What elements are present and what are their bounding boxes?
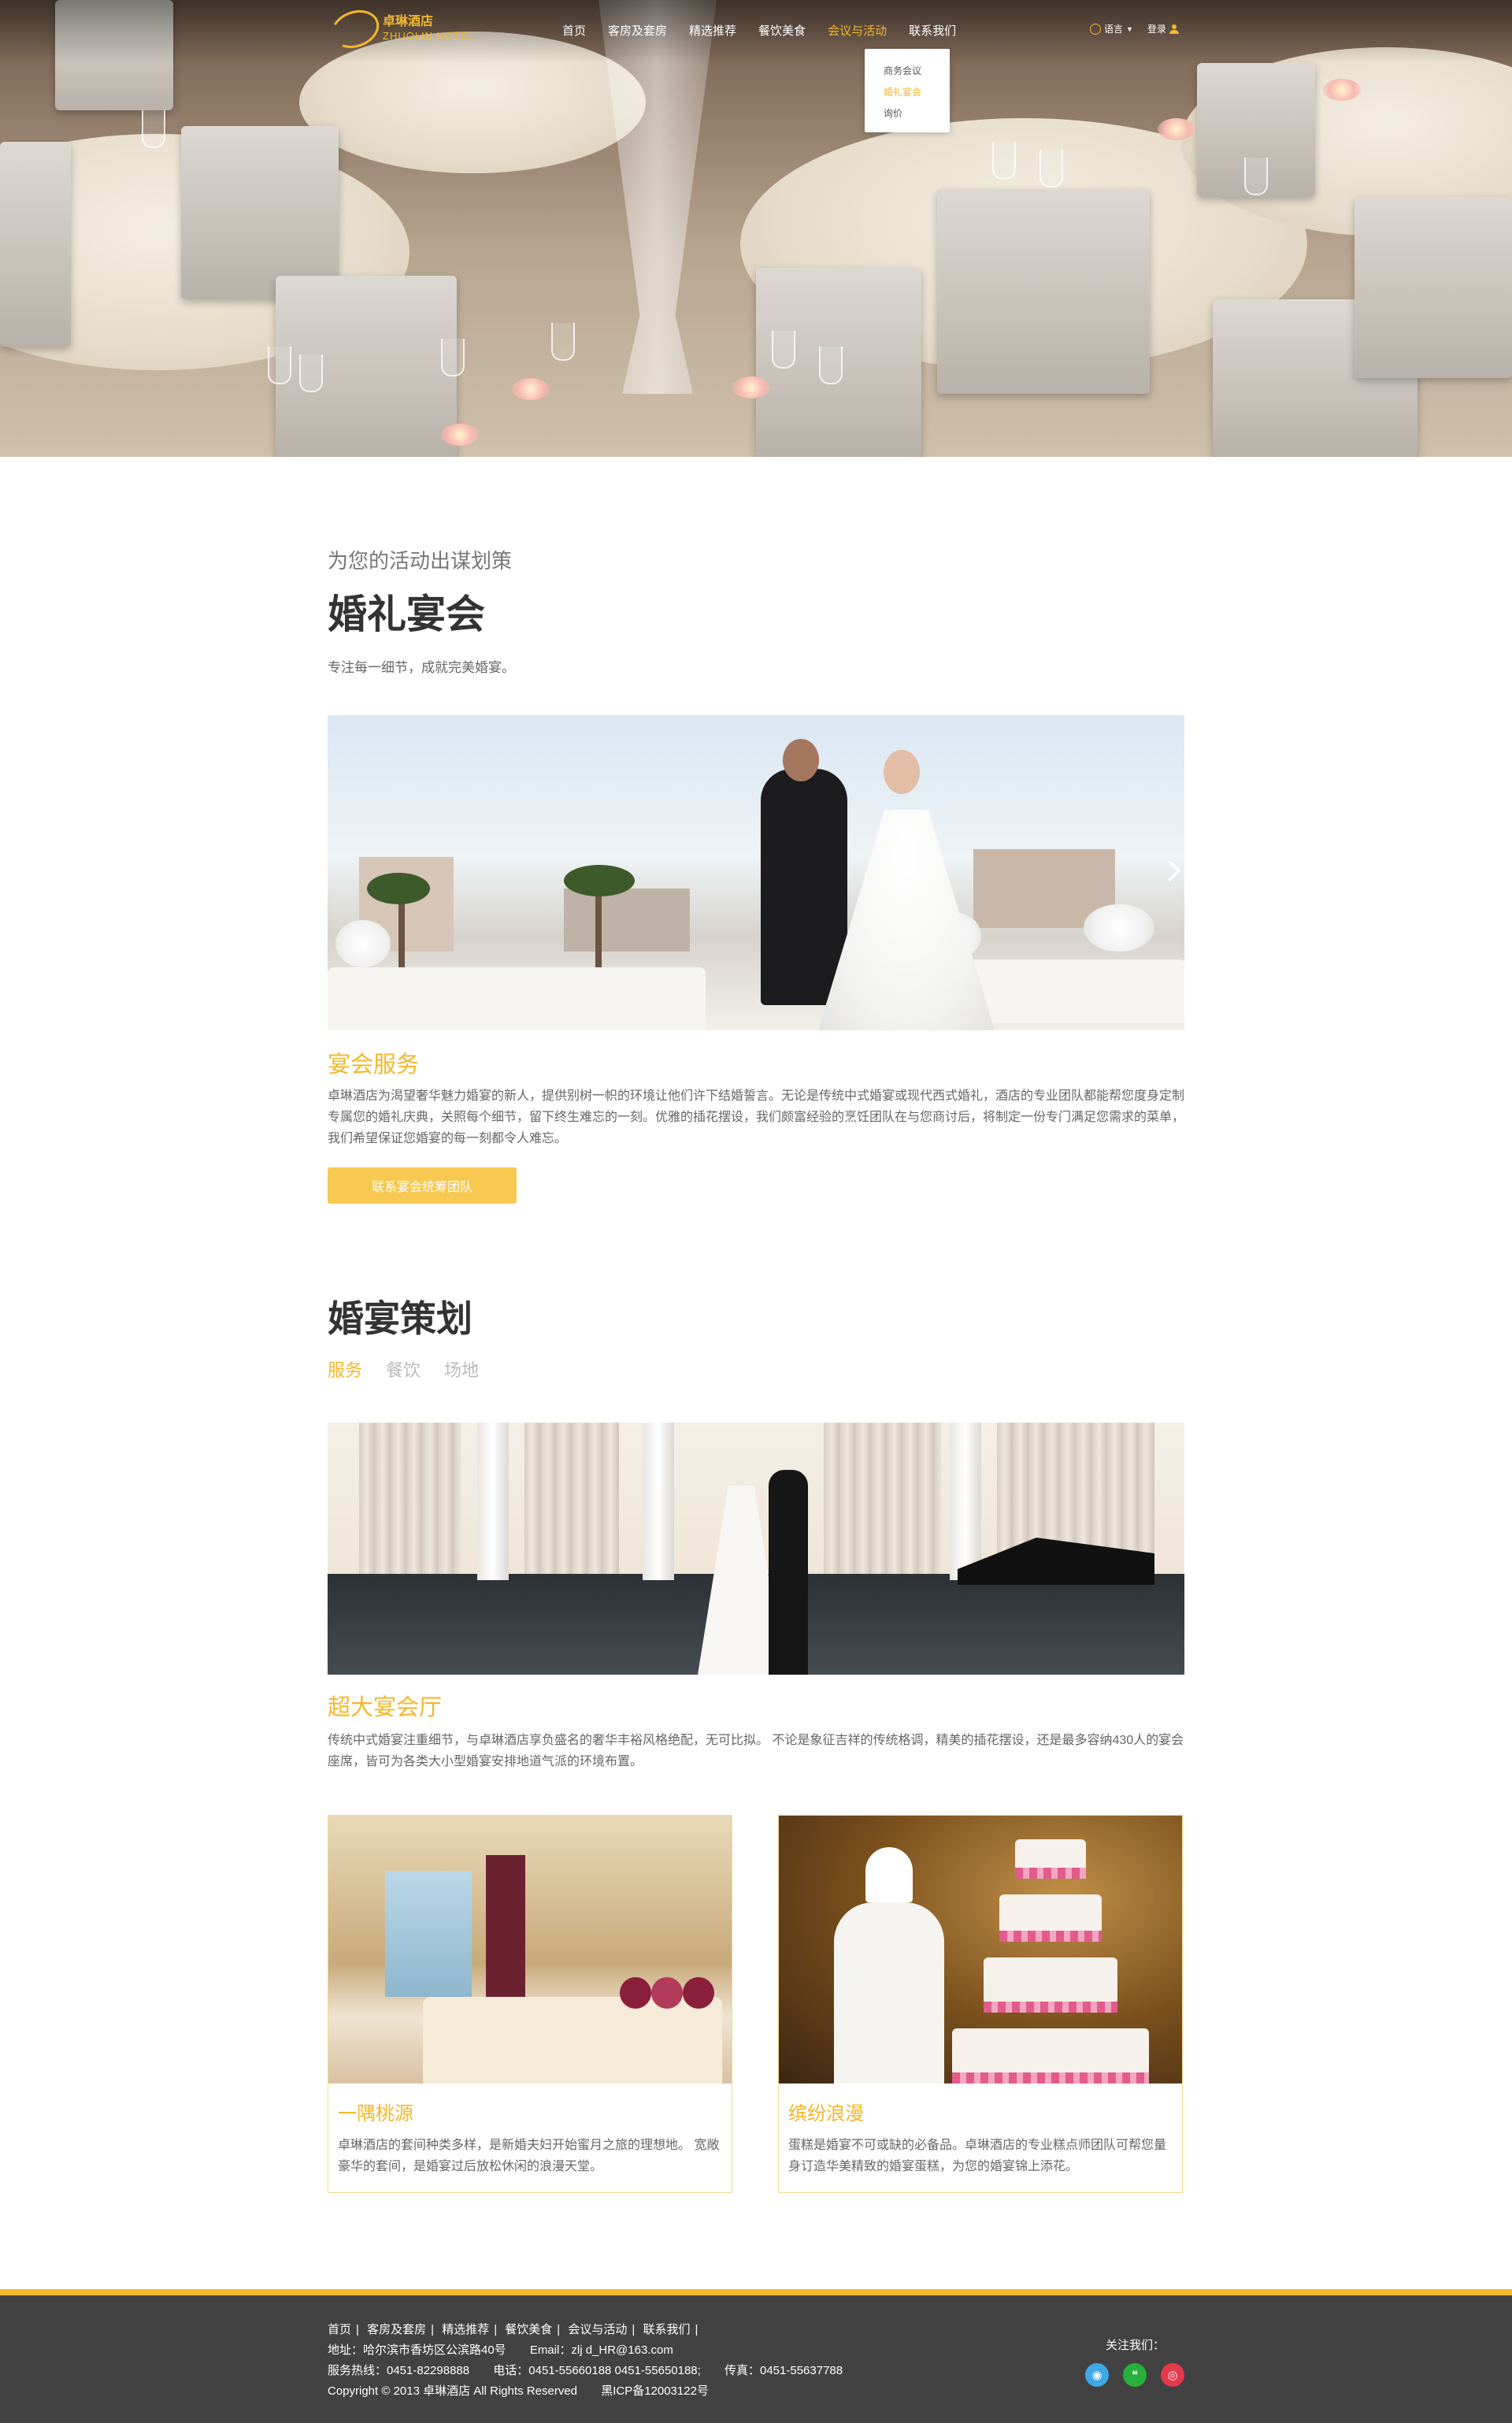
hero-banner-image — [0, 0, 1512, 457]
footer-link-contact[interactable]: 联系我们 — [643, 2323, 690, 2336]
footer-copyright-row: Copyright © 2013 卓琳酒店 All Rights Reserve… — [328, 2382, 729, 2399]
ballroom-text: 传统中式婚宴注重细节，与卓琳酒店享负盛名的奢华丰裕风格绝配，无可比拟。 不论是象… — [328, 1734, 1184, 1768]
footer-phone: 电话：0451-55660188 0451-55650188; — [493, 2364, 701, 2377]
wedding-planning-title: 婚宴策划 — [328, 1297, 472, 1340]
footer-link-dining[interactable]: 餐饮美食 — [505, 2323, 552, 2336]
bride-head — [884, 750, 920, 794]
dropdown-item-business-meeting[interactable]: 商务会议 — [865, 60, 950, 81]
contact-banquet-team-button[interactable]: 联系宴会统筹团队 — [328, 1167, 517, 1204]
nav-rooms[interactable]: 客房及套房 — [597, 22, 678, 39]
nav-featured[interactable]: 精选推荐 — [678, 22, 747, 39]
nav-utilities: 语言 ▼ 登录 — [1090, 22, 1179, 35]
nav-contact[interactable]: 联系我们 — [898, 22, 967, 39]
language-label: 语言 — [1104, 24, 1124, 35]
main-menu: 首页 客房及套房 精选推荐 餐饮美食 会议与活动 联系我们 — [551, 22, 967, 39]
card-text: 蛋糕是婚宴不可或缺的必备品。卓琳酒店的专业糕点师团队可帮您量身订造华美精致的婚宴… — [788, 2139, 1167, 2173]
meetings-dropdown-menu: 商务会议 婚礼宴会 询价 — [865, 49, 950, 132]
card-title: 缤纷浪漫 — [788, 2103, 864, 2124]
footer-hotline: 服务热线：0451-82298888 — [328, 2364, 470, 2377]
planning-tabs: 服务 餐饮 场地 — [328, 1356, 479, 1382]
globe-icon — [1090, 23, 1101, 35]
footer-icp[interactable]: 黑ICP备12003122号 — [601, 2384, 709, 2398]
language-switch[interactable]: 语言 ▼ — [1090, 22, 1133, 35]
wedding-cake-image — [779, 1816, 1182, 2083]
dropdown-item-wedding-banquet[interactable]: 婚礼宴会 — [865, 81, 950, 102]
hotel-logo[interactable]: 卓琳酒店 ZHUOLIN HOTEL — [326, 3, 476, 55]
tab-dining[interactable]: 餐饮 — [386, 1356, 421, 1382]
tab-service[interactable]: 服务 — [328, 1356, 362, 1382]
nav-meetings-events[interactable]: 会议与活动 — [817, 22, 898, 39]
chevron-down-icon: ▼ — [1126, 24, 1133, 33]
suite-image — [328, 1816, 732, 2083]
footer-accent-line — [0, 2289, 1512, 2295]
footer-link-home[interactable]: 首页 — [328, 2323, 351, 2336]
groom-head — [783, 739, 819, 781]
footer-links: 首页 | 客房及套房 | 精选推荐 | 餐饮美食 | 会议与活动 | 联系我们 | — [328, 2323, 699, 2336]
weibo-icon[interactable]: ◎ — [1161, 2363, 1184, 2387]
nav-home[interactable]: 首页 — [551, 22, 597, 39]
footer-copyright: Copyright © 2013 卓琳酒店 All Rights Reserve… — [328, 2384, 578, 2398]
slider-next-arrow-icon[interactable] — [1159, 860, 1180, 881]
honeymoon-suite-card[interactable]: 一隅桃源 卓琳酒店的套间种类多样，是新婚夫妇开始蜜月之旅的理想地。 宽敞豪华的套… — [328, 1815, 732, 2193]
login-label: 登录 — [1147, 24, 1166, 35]
user-icon — [1169, 24, 1179, 34]
ballroom-title: 超大宴会厅 — [328, 1695, 443, 1720]
tab-venue[interactable]: 场地 — [444, 1356, 479, 1382]
footer-link-rooms[interactable]: 客房及套房 — [367, 2323, 426, 2336]
wedding-cake-card[interactable]: 缤纷浪漫 蛋糕是婚宴不可或缺的必备品。卓琳酒店的专业糕点师团队可帮您量身订造华美… — [778, 1815, 1183, 2193]
footer-link-meetings[interactable]: 会议与活动 — [568, 2323, 627, 2336]
dropdown-item-inquiry[interactable]: 询价 — [865, 102, 950, 124]
card-title: 一隅桃源 — [338, 2103, 413, 2124]
site-footer: 首页 | 客房及套房 | 精选推荐 | 餐饮美食 | 会议与活动 | 联系我们 | 地址：哈… — [0, 2295, 1512, 2423]
logo-name-en: ZHUOLIN HOTEL — [383, 30, 476, 42]
footer-address: 地址：哈尔滨市香坊区公滨路40号 — [328, 2343, 506, 2357]
section-subheading: 为您的活动出谋划策 — [328, 549, 513, 573]
page-tagline: 专注每一细节，成就完美婚宴。 — [328, 660, 515, 675]
groom-figure — [761, 769, 847, 1005]
banquet-service-text: 卓琳酒店为渴望奢华魅力婚宴的新人，提供别树一帜的环境让他们许下结婚誓言。无论是传… — [328, 1089, 1185, 1145]
page-title: 婚礼宴会 — [328, 591, 485, 637]
qq-icon[interactable]: ◉ — [1085, 2363, 1109, 2387]
ballroom-couple-image — [328, 1423, 1184, 1675]
top-navigation: 卓琳酒店 ZHUOLIN HOTEL 首页 客房及套房 精选推荐 餐饮美食 会议… — [0, 0, 1512, 132]
footer-email: Email：zlj d_HR@163.com — [529, 2343, 673, 2357]
wechat-icon[interactable]: ❝ — [1123, 2363, 1147, 2387]
follow-us-label: 关注我们： — [1106, 2339, 1166, 2352]
footer-contact-row: 服务热线：0451-82298888 电话：0451-55660188 0451… — [328, 2362, 863, 2378]
footer-fax: 传真：0451-55637788 — [724, 2364, 843, 2377]
footer-address-row: 地址：哈尔滨市香坊区公滨路40号 Email：zlj d_HR@163.com — [328, 2341, 694, 2358]
logo-swirl-icon — [326, 3, 384, 55]
grand-piano — [958, 1538, 1154, 1585]
wedding-couple-slider-image — [328, 715, 1184, 1030]
groom-figure — [769, 1470, 808, 1675]
nav-dining[interactable]: 餐饮美食 — [747, 22, 817, 39]
login-link[interactable]: 登录 — [1147, 22, 1179, 35]
footer-link-featured[interactable]: 精选推荐 — [442, 2323, 489, 2336]
card-text: 卓琳酒店的套间种类多样，是新婚夫妇开始蜜月之旅的理想地。 宽敞豪华的套间，是婚宴… — [338, 2139, 720, 2173]
logo-name-cn: 卓琳酒店 — [383, 15, 434, 28]
banquet-service-title: 宴会服务 — [328, 1052, 420, 1078]
